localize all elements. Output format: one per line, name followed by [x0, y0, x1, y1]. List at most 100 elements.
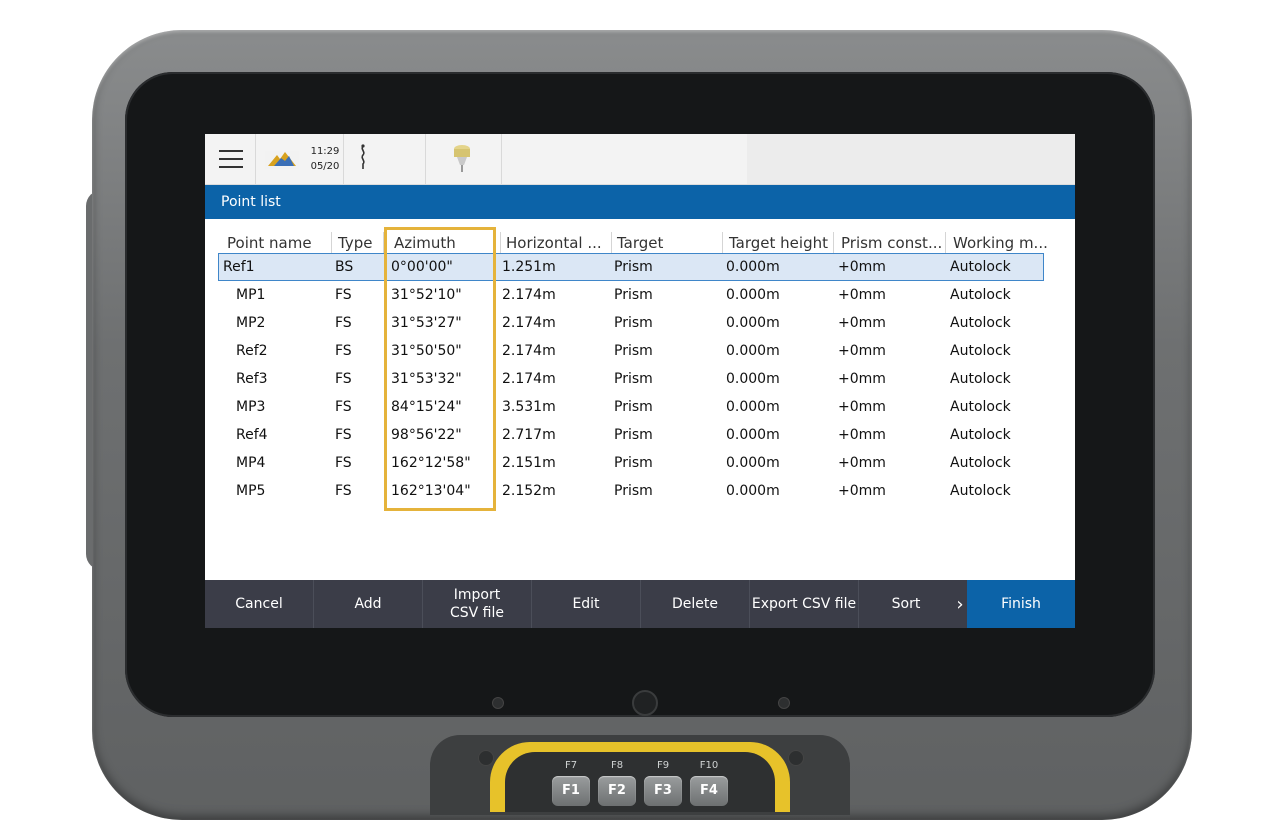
cell-prism-constant: +0mm [838, 371, 886, 387]
cell-point-name: MP3 [236, 399, 266, 415]
trimble-logo-icon[interactable] [265, 147, 299, 171]
cell-horizontal: 2.174m [502, 315, 556, 331]
cell-point-name: Ref1 [223, 259, 255, 275]
cell-type: FS [335, 287, 352, 303]
cancel-button[interactable]: Cancel [205, 580, 314, 628]
table-header: Point name Type Azimuth Horizontal ... T… [221, 230, 1061, 254]
cell-prism-constant: +0mm [838, 399, 886, 415]
status-time: 11:29 [310, 146, 340, 157]
cell-target: Prism [614, 287, 653, 303]
table-row[interactable]: Ref3 FS 31°53'32" 2.174m Prism 0.000m +0… [219, 366, 1043, 392]
fkey-label-f10: F10 [699, 760, 719, 771]
keypad-screw-left [478, 750, 494, 766]
edit-button[interactable]: Edit [532, 580, 641, 628]
column-divider [833, 232, 834, 254]
status-right-panel [747, 134, 1075, 184]
cell-point-name: Ref2 [236, 343, 268, 359]
cell-working-mode: Autolock [950, 343, 1011, 359]
cell-type: FS [335, 315, 352, 331]
fkey-label-f7: F7 [564, 760, 578, 771]
cell-point-name: MP1 [236, 287, 266, 303]
status-bar: 11:29 05/20 [205, 134, 1075, 185]
azimuth-highlight-box [384, 227, 496, 511]
cell-working-mode: Autolock [950, 371, 1011, 387]
cell-target: Prism [614, 483, 653, 499]
table-row[interactable]: Ref2 FS 31°50'50" 2.174m Prism 0.000m +0… [219, 338, 1043, 364]
table-row[interactable]: MP4 FS 162°12'58" 2.151m Prism 0.000m +0… [219, 450, 1043, 476]
table-row[interactable]: Ref4 FS 98°56'22" 2.717m Prism 0.000m +0… [219, 422, 1043, 448]
f3-key[interactable]: F3 [644, 776, 682, 806]
cell-prism-constant: +0mm [838, 483, 886, 499]
column-divider [331, 232, 332, 254]
cell-target-height: 0.000m [726, 427, 780, 443]
cell-horizontal: 2.151m [502, 455, 556, 471]
gnss-receiver-icon[interactable] [453, 143, 471, 173]
f1-key[interactable]: F1 [552, 776, 590, 806]
column-header-point-name[interactable]: Point name [227, 234, 312, 252]
cell-point-name: MP2 [236, 315, 266, 331]
cell-working-mode: Autolock [950, 427, 1011, 443]
column-header-type[interactable]: Type [338, 234, 372, 252]
import-csv-button[interactable]: Import CSV file [423, 580, 532, 628]
cell-target: Prism [614, 343, 653, 359]
cell-horizontal: 2.717m [502, 427, 556, 443]
cell-type: FS [335, 427, 352, 443]
cell-prism-constant: +0mm [838, 259, 886, 275]
cell-horizontal: 3.531m [502, 399, 556, 415]
column-header-horizontal[interactable]: Horizontal ... [506, 234, 602, 252]
cell-target-height: 0.000m [726, 315, 780, 331]
cell-working-mode: Autolock [950, 315, 1011, 331]
fkey-label-f8: F8 [610, 760, 624, 771]
cell-target: Prism [614, 455, 653, 471]
cell-prism-constant: +0mm [838, 343, 886, 359]
cell-prism-constant: +0mm [838, 315, 886, 331]
table-row[interactable]: Ref1 BS 0°00'00" 1.251m Prism 0.000m +0m… [218, 253, 1044, 281]
cell-working-mode: Autolock [950, 259, 1011, 275]
menu-icon[interactable] [219, 150, 243, 168]
cell-horizontal: 2.174m [502, 371, 556, 387]
f2-key[interactable]: F2 [598, 776, 636, 806]
cell-type: BS [335, 259, 354, 275]
antenna-icon[interactable] [357, 144, 369, 170]
add-button[interactable]: Add [314, 580, 423, 628]
cell-prism-constant: +0mm [838, 455, 886, 471]
cell-point-name: MP5 [236, 483, 266, 499]
f4-key[interactable]: F4 [690, 776, 728, 806]
cell-target-height: 0.000m [726, 483, 780, 499]
cell-horizontal: 1.251m [502, 259, 556, 275]
finish-button[interactable]: Finish [967, 580, 1075, 628]
cell-target: Prism [614, 371, 653, 387]
cell-prism-constant: +0mm [838, 287, 886, 303]
front-camera [632, 690, 658, 716]
cell-type: FS [335, 371, 352, 387]
cell-type: FS [335, 399, 352, 415]
cell-type: FS [335, 343, 352, 359]
column-divider [722, 232, 723, 254]
sort-button[interactable]: Sort [859, 580, 953, 628]
cell-prism-constant: +0mm [838, 427, 886, 443]
button-bar: Cancel Add Import CSV file Edit Delete E… [205, 580, 1075, 628]
instrument-cell[interactable] [343, 134, 426, 184]
page-title: Point list [221, 194, 281, 210]
title-bar: Point list [205, 185, 1075, 219]
table-row[interactable]: MP1 FS 31°52'10" 2.174m Prism 0.000m +0m… [219, 282, 1043, 308]
column-header-prism-constant[interactable]: Prism const... [841, 234, 942, 252]
table-row[interactable]: MP5 FS 162°13'04" 2.152m Prism 0.000m +0… [219, 478, 1043, 504]
table-row[interactable]: MP3 FS 84°15'24" 3.531m Prism 0.000m +0m… [219, 394, 1043, 420]
cell-horizontal: 2.174m [502, 343, 556, 359]
cell-point-name: Ref3 [236, 371, 268, 387]
column-header-target-height[interactable]: Target height [729, 234, 828, 252]
export-csv-button[interactable]: Export CSV file [750, 580, 859, 628]
status-empty-cell [501, 134, 747, 184]
column-header-target[interactable]: Target [617, 234, 663, 252]
delete-button[interactable]: Delete [641, 580, 750, 628]
cell-type: FS [335, 483, 352, 499]
table-row[interactable]: MP2 FS 31°53'27" 2.174m Prism 0.000m +0m… [219, 310, 1043, 336]
cell-target: Prism [614, 399, 653, 415]
cell-target-height: 0.000m [726, 287, 780, 303]
column-header-working-mode[interactable]: Working m... [953, 234, 1048, 252]
cell-target: Prism [614, 427, 653, 443]
column-divider [611, 232, 612, 254]
sensor-left [492, 697, 504, 709]
chevron-right-icon[interactable]: › [953, 580, 967, 628]
